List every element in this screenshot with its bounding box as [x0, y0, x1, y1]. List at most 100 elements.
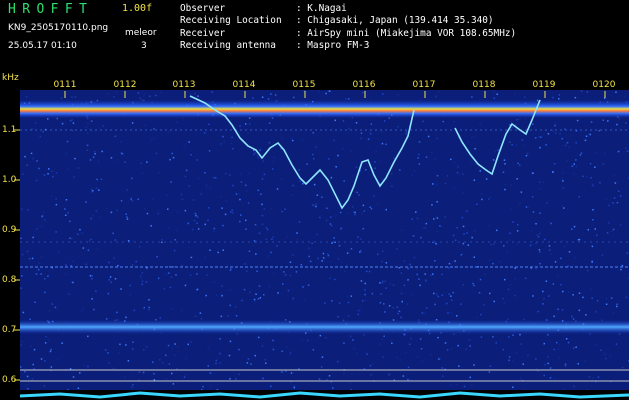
noise-speck	[208, 123, 210, 126]
noise-speck	[377, 253, 379, 256]
noise-speck	[258, 232, 261, 234]
noise-speck	[508, 356, 511, 358]
noise-speck	[312, 153, 314, 156]
noise-speck	[69, 119, 72, 122]
noise-speck	[42, 130, 44, 133]
noise-speck	[567, 341, 570, 344]
noise-speck	[238, 373, 240, 376]
noise-speck	[41, 225, 43, 228]
noise-speck	[261, 178, 264, 180]
noise-speck	[114, 278, 117, 280]
noise-speck	[538, 233, 541, 235]
noise-speck	[348, 98, 350, 100]
noise-speck	[337, 360, 339, 363]
noise-speck	[441, 225, 443, 228]
noise-speck	[608, 222, 610, 224]
noise-speck	[444, 216, 446, 218]
noise-speck	[405, 351, 407, 354]
noise-speck	[365, 169, 367, 171]
noise-speck	[358, 194, 360, 196]
noise-speck	[290, 137, 293, 139]
noise-speck	[592, 209, 594, 211]
noise-speck	[54, 306, 57, 309]
noise-speck	[409, 263, 411, 266]
noise-speck	[196, 159, 198, 161]
noise-speck	[457, 344, 459, 347]
noise-speck	[441, 273, 443, 276]
noise-speck	[537, 310, 539, 313]
noise-speck	[67, 212, 69, 214]
noise-speck	[87, 335, 89, 338]
noise-speck	[557, 308, 559, 311]
noise-speck	[87, 122, 89, 125]
noise-speck	[590, 121, 593, 123]
noise-speck	[108, 362, 110, 364]
noise-speck	[253, 153, 255, 156]
noise-speck	[196, 216, 199, 218]
noise-speck	[224, 172, 227, 175]
meta-label: Observer	[180, 3, 226, 14]
noise-speck	[326, 207, 328, 209]
noise-speck	[359, 238, 362, 240]
noise-speck	[511, 144, 513, 146]
noise-speck	[153, 128, 155, 130]
noise-speck	[47, 275, 49, 277]
noise-speck	[471, 236, 473, 239]
noise-speck	[204, 172, 206, 174]
noise-speck	[479, 123, 481, 125]
noise-speck	[519, 377, 522, 379]
noise-speck	[157, 212, 160, 215]
noise-speck	[21, 208, 23, 210]
noise-speck	[43, 385, 46, 387]
noise-speck	[390, 340, 392, 342]
noise-speck	[329, 277, 331, 279]
noise-speck	[526, 152, 529, 155]
noise-speck	[381, 178, 384, 180]
noise-speck	[502, 348, 505, 351]
noise-speck	[618, 150, 620, 153]
noise-speck	[605, 98, 607, 100]
noise-speck	[553, 315, 555, 318]
noise-speck	[71, 119, 73, 121]
noise-speck	[292, 297, 294, 300]
noise-speck	[137, 92, 140, 94]
noise-speck	[371, 363, 374, 366]
noise-speck	[55, 172, 58, 174]
noise-speck	[52, 175, 54, 178]
noise-speck	[286, 346, 288, 348]
noise-speck	[35, 228, 38, 230]
noise-speck	[238, 348, 240, 351]
noise-speck	[507, 288, 510, 291]
noise-speck	[625, 147, 627, 149]
noise-speck	[302, 182, 304, 185]
noise-speck	[117, 264, 119, 267]
noise-speck	[209, 372, 212, 374]
noise-speck	[560, 257, 562, 260]
noise-speck	[535, 242, 537, 245]
noise-speck	[155, 94, 157, 97]
noise-speck	[562, 187, 564, 189]
noise-speck	[362, 227, 364, 230]
noise-speck	[538, 135, 540, 138]
noise-speck	[207, 207, 210, 209]
noise-speck	[400, 229, 403, 231]
noise-speck	[531, 196, 534, 198]
noise-speck	[516, 230, 519, 232]
noise-speck	[361, 213, 363, 215]
noise-speck	[43, 211, 45, 213]
noise-speck	[55, 198, 57, 200]
noise-speck	[562, 290, 564, 293]
noise-speck	[169, 158, 171, 161]
noise-speck	[458, 365, 460, 367]
noise-speck	[607, 120, 609, 122]
noise-speck	[120, 141, 122, 143]
noise-speck	[34, 122, 37, 124]
noise-speck	[241, 299, 243, 302]
noise-speck	[411, 218, 413, 220]
noise-speck	[291, 194, 293, 196]
noise-speck	[159, 317, 161, 319]
noise-speck	[72, 376, 75, 378]
noise-speck	[489, 292, 491, 295]
noise-speck	[594, 228, 596, 230]
noise-speck	[69, 368, 72, 370]
